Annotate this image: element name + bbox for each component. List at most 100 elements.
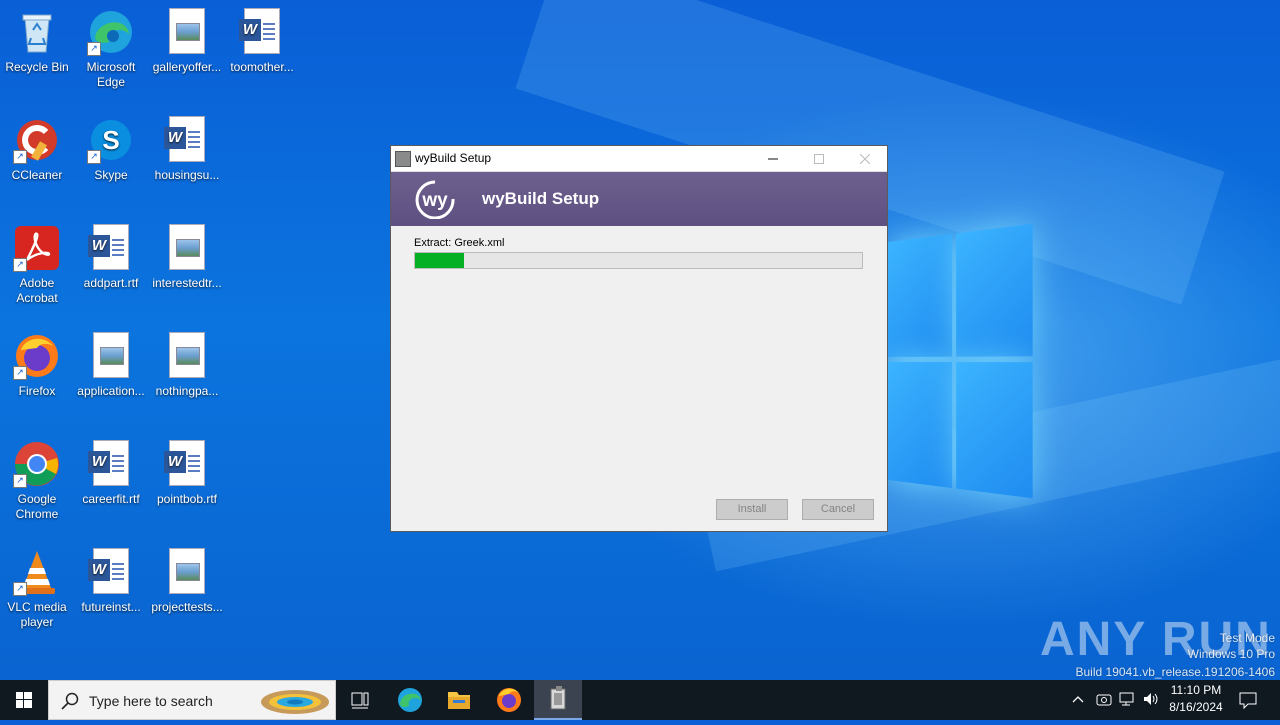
shortcut-arrow-icon: ↗: [13, 474, 27, 488]
desktop-icon-careerfit[interactable]: W careerfit.rtf: [73, 440, 149, 507]
desktop-icon-nothingpa[interactable]: nothingpa...: [149, 332, 225, 399]
desktop-icon-label: Firefox: [19, 384, 56, 398]
test-mode-text: Test Mode: [1220, 631, 1275, 645]
firefox-icon: ↗: [13, 332, 61, 380]
maximize-button[interactable]: [796, 146, 842, 171]
build-text: Build 19041.vb_release.191206-1406: [1076, 665, 1276, 679]
desktop-icon-label: projecttests...: [151, 600, 222, 614]
desktop-icon-pointbob[interactable]: W pointbob.rtf: [149, 440, 225, 507]
chrome-icon: ↗: [13, 440, 61, 488]
image-file-icon: [87, 332, 135, 380]
progress-bar: [414, 252, 863, 269]
taskbar: Type here to search 11:10 PM 8/16/2024: [0, 680, 1280, 720]
wybuild-logo-icon: wy: [413, 179, 457, 219]
desktop-icon-ccleaner[interactable]: ↗ CCleaner: [0, 116, 75, 183]
search-box[interactable]: Type here to search: [48, 680, 336, 720]
svg-text:wy: wy: [421, 190, 448, 211]
header-title: wyBuild Setup: [482, 189, 599, 209]
search-highlight-icon: [259, 684, 331, 716]
window-title: wyBuild Setup: [415, 151, 491, 165]
shortcut-arrow-icon: ↗: [87, 42, 101, 56]
shortcut-arrow-icon: ↗: [13, 150, 27, 164]
vlc-icon: ↗: [13, 548, 61, 596]
desktop-icon-microsoft-edge[interactable]: ↗ Microsoft Edge: [73, 8, 149, 90]
notifications-icon[interactable]: [1238, 690, 1258, 713]
clock-date: 8/16/2024: [1164, 700, 1228, 714]
desktop-icon-application[interactable]: application...: [73, 332, 149, 399]
search-icon: [61, 692, 79, 710]
setup-dialog: wyBuild Setup wy wyBuild Setup Extract: …: [390, 145, 888, 532]
desktop-icon-label: interestedtr...: [152, 276, 221, 290]
desktop-icon-recycle-bin[interactable]: Recycle Bin: [0, 8, 75, 75]
desktop-icon-label: toomother...: [230, 60, 293, 74]
ccleaner-icon: ↗: [13, 116, 61, 164]
desktop-icon-skype[interactable]: S ↗ Skype: [73, 116, 149, 183]
desktop-icon-label: application...: [77, 384, 144, 398]
word-file-icon: W: [87, 224, 135, 272]
desktop-icon-label: Recycle Bin: [5, 60, 68, 74]
dialog-titlebar[interactable]: wyBuild Setup: [391, 146, 887, 172]
word-file-icon: W: [87, 548, 135, 596]
search-placeholder: Type here to search: [89, 693, 213, 709]
desktop-icon-label: futureinst...: [81, 600, 140, 614]
word-file-icon: W: [87, 440, 135, 488]
desktop-icon-label: VLC media player: [7, 600, 66, 629]
word-file-icon: W: [163, 116, 211, 164]
desktop-icon-housingsu[interactable]: W housingsu...: [149, 116, 225, 183]
svg-text:S: S: [102, 125, 119, 155]
image-file-icon: [163, 8, 211, 56]
setup-header-banner: wy wyBuild Setup: [391, 172, 887, 226]
desktop-icon-label: CCleaner: [12, 168, 63, 182]
install-button[interactable]: Install: [716, 499, 788, 520]
meet-now-icon[interactable]: [1096, 691, 1112, 710]
clock[interactable]: 11:10 PM 8/16/2024: [1164, 683, 1228, 714]
minimize-button[interactable]: [750, 146, 796, 171]
desktop-icon-addpart[interactable]: W addpart.rtf: [73, 224, 149, 291]
desktop-icon-google-chrome[interactable]: ↗ Google Chrome: [0, 440, 75, 522]
desktop-icon-label: Google Chrome: [16, 492, 59, 521]
word-file-icon: W: [163, 440, 211, 488]
desktop-icon-label: housingsu...: [155, 168, 220, 182]
taskbar-installer-icon[interactable]: [534, 680, 582, 720]
recycle-bin-icon: [13, 8, 61, 56]
windows-logo-wallpaper: [888, 224, 1033, 499]
show-hidden-icons-button[interactable]: [1071, 692, 1085, 709]
installer-app-icon: [395, 151, 411, 167]
task-view-button[interactable]: [336, 680, 384, 720]
desktop-icon-interestedtr[interactable]: interestedtr...: [149, 224, 225, 291]
shortcut-arrow-icon: ↗: [13, 258, 27, 272]
status-text: Extract: Greek.xml: [414, 237, 504, 249]
desktop-icon-firefox[interactable]: ↗ Firefox: [0, 332, 75, 399]
edge-icon: ↗: [87, 8, 135, 56]
start-button[interactable]: [0, 680, 48, 720]
desktop-icon-label: Microsoft Edge: [87, 60, 136, 89]
desktop-icon-galleryoffer[interactable]: galleryoffer...: [149, 8, 225, 75]
skype-icon: S ↗: [87, 116, 135, 164]
desktop-icon-adobe-acrobat[interactable]: ↗ Adobe Acrobat: [0, 224, 75, 306]
desktop-icon-label: Adobe Acrobat: [16, 276, 57, 305]
taskbar-edge-icon[interactable]: [386, 680, 434, 720]
desktop-icon-futureinst[interactable]: W futureinst...: [73, 548, 149, 615]
shortcut-arrow-icon: ↗: [87, 150, 101, 164]
desktop-icon-label: nothingpa...: [156, 384, 219, 398]
desktop-icon-vlc[interactable]: ↗ VLC media player: [0, 548, 75, 630]
shortcut-arrow-icon: ↗: [13, 582, 27, 596]
volume-icon[interactable]: [1142, 691, 1160, 710]
network-icon[interactable]: [1119, 691, 1135, 710]
progress-fill: [415, 253, 464, 268]
image-file-icon: [163, 548, 211, 596]
desktop-icon-label: galleryoffer...: [153, 60, 221, 74]
shortcut-arrow-icon: ↗: [13, 366, 27, 380]
desktop-icon-label: careerfit.rtf: [82, 492, 139, 506]
taskbar-firefox-icon[interactable]: [485, 680, 533, 720]
windows-edition-text: Windows 10 Pro: [1188, 647, 1275, 661]
file-explorer-icon[interactable]: [435, 680, 483, 720]
image-file-icon: [163, 224, 211, 272]
cancel-button[interactable]: Cancel: [802, 499, 874, 520]
image-file-icon: [163, 332, 211, 380]
desktop-icon-projecttests[interactable]: projecttests...: [149, 548, 225, 615]
clock-time: 11:10 PM: [1164, 683, 1228, 697]
desktop-icon-toomother[interactable]: W toomother...: [224, 8, 300, 75]
desktop-icon-label: addpart.rtf: [84, 276, 139, 290]
close-button[interactable]: [842, 146, 888, 171]
